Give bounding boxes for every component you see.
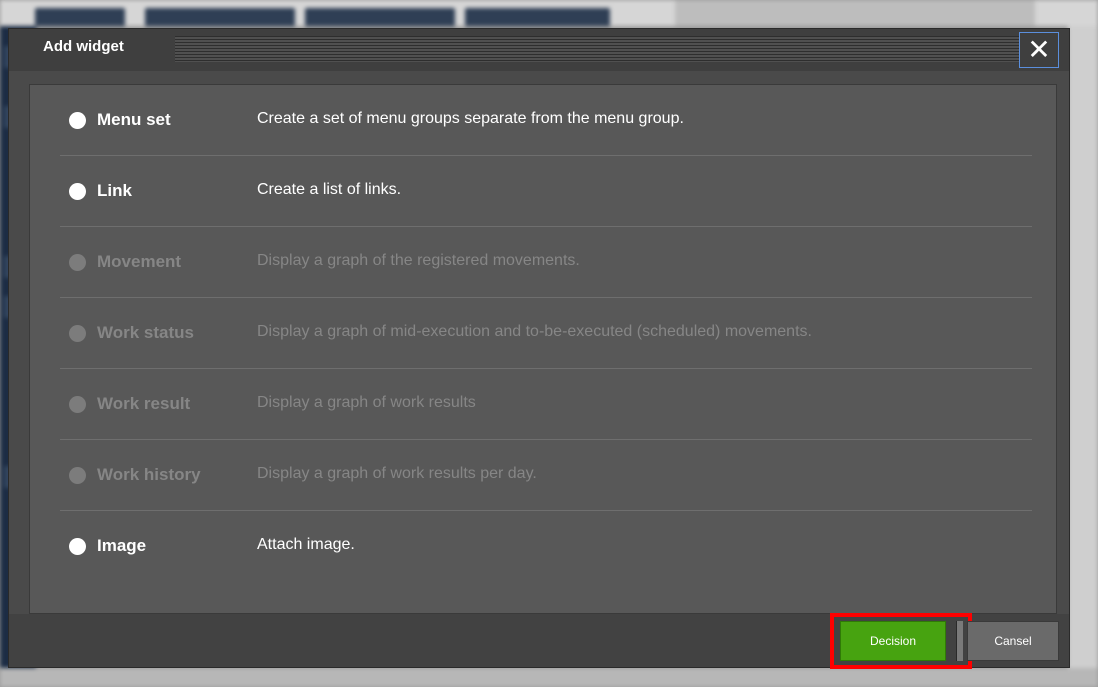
radio-button: [69, 396, 86, 413]
widget-description: Display a graph of work results per day.: [257, 465, 537, 482]
dialog-title-bar[interactable]: Add widget ✕: [9, 29, 1069, 71]
widget-description: Display a graph of work results: [257, 394, 476, 411]
widget-label: Work status: [97, 323, 194, 342]
close-icon: ✕: [1027, 34, 1051, 65]
widget-option-work-history: Work history Display a graph of work res…: [60, 440, 1032, 511]
widget-description: Attach image.: [257, 536, 355, 553]
widget-description: Display a graph of mid-execution and to-…: [257, 323, 812, 340]
decision-button[interactable]: Decision: [840, 621, 946, 661]
radio-button: [69, 325, 86, 342]
title-bar-grip: [175, 36, 1023, 62]
bg-tab: [465, 8, 610, 26]
widget-list: Menu set Create a set of menu groups sep…: [29, 84, 1057, 614]
radio-button[interactable]: [69, 112, 86, 129]
bg-bottom-bar: [0, 668, 1098, 687]
radio-button[interactable]: [69, 183, 86, 200]
widget-label: Image: [97, 536, 147, 555]
widget-label: Work history: [97, 465, 201, 484]
bg-tab: [305, 8, 455, 26]
radio-button: [69, 467, 86, 484]
cancel-button[interactable]: Cansel: [967, 621, 1059, 661]
widget-label: Menu set: [97, 110, 171, 129]
radio-button: [69, 254, 86, 271]
widget-option-movement: Movement Display a graph of the register…: [60, 227, 1032, 298]
bg-tab: [145, 8, 295, 26]
close-button[interactable]: ✕: [1019, 32, 1059, 68]
widget-label: Movement: [97, 252, 182, 271]
bg-tab: [35, 8, 125, 26]
bg-right-panel: [1068, 26, 1098, 687]
radio-button[interactable]: [69, 538, 86, 555]
add-widget-dialog: Add widget ✕ Menu set Create a set of me…: [8, 28, 1070, 669]
widget-description: Create a list of links.: [257, 181, 402, 198]
widget-option-work-result: Work result Display a graph of work resu…: [60, 369, 1032, 440]
widget-label: Work result: [97, 394, 191, 413]
widget-option-image[interactable]: Image Attach image.: [60, 511, 1032, 582]
widget-option-link[interactable]: Link Create a list of links.: [60, 156, 1032, 227]
widget-description: Create a set of menu groups separate fro…: [257, 110, 684, 127]
bg-gray-area: [675, 0, 1035, 26]
dialog-title: Add widget: [43, 38, 124, 55]
widget-label: Link: [97, 181, 132, 200]
button-separator: [956, 621, 963, 661]
widget-option-menu-set[interactable]: Menu set Create a set of menu groups sep…: [60, 85, 1032, 156]
widget-description: Display a graph of the registered moveme…: [257, 252, 580, 269]
widget-option-work-status: Work status Display a graph of mid-execu…: [60, 298, 1032, 369]
